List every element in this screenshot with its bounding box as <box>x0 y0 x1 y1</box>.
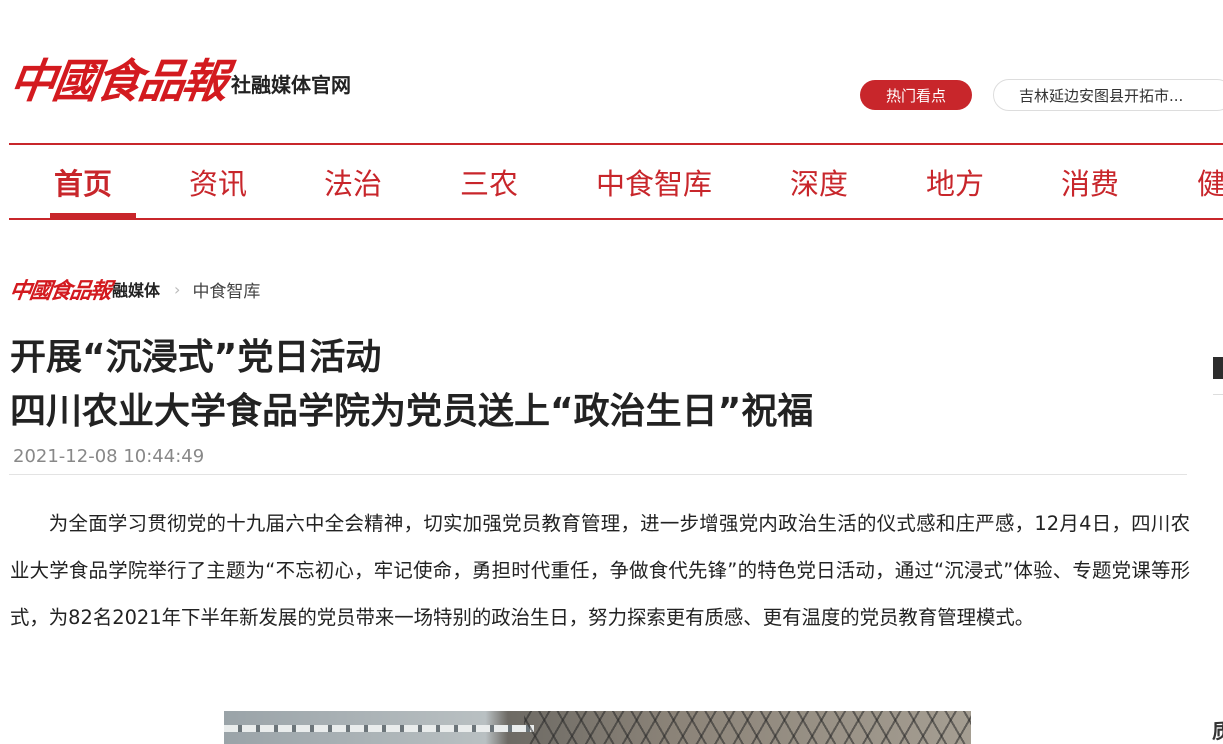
nav-item-news[interactable]: 资讯 <box>189 145 247 218</box>
main-nav: 首页 资讯 法治 三农 中食智库 深度 地方 消费 健 <box>9 143 1223 220</box>
article-title-line-2: 四川农业大学食品学院为党员送上“政治生日”祝福 <box>10 391 814 432</box>
logo-wordmark: 中國食品報 <box>6 54 229 108</box>
title-divider <box>9 474 1187 475</box>
sidebar-divider <box>1213 394 1223 395</box>
breadcrumb: 中國食品報 融媒体 › 中食智库 <box>8 272 261 306</box>
nav-item-in-depth[interactable]: 深度 <box>790 145 848 218</box>
nav-item-local[interactable]: 地方 <box>926 145 984 218</box>
nav-item-agriculture[interactable]: 三农 <box>460 145 518 218</box>
nav-item-law[interactable]: 法治 <box>324 145 382 218</box>
photo-steel-frame <box>524 711 971 744</box>
sidebar-text-fragment: 质 <box>1212 719 1223 743</box>
hot-topics-ticker[interactable]: 吉林延边安图县开拓市... <box>993 79 1223 111</box>
nav-item-home[interactable]: 首页 <box>54 145 112 218</box>
sidebar-heading-fragment <box>1213 357 1223 379</box>
breadcrumb-logo-sub[interactable]: 融媒体 <box>112 277 160 301</box>
logo-subtitle: 社融媒体官网 <box>231 73 351 97</box>
nav-active-indicator <box>50 213 136 218</box>
hot-topics-button[interactable]: 热门看点 <box>860 80 972 110</box>
nav-item-think-tank[interactable]: 中食智库 <box>596 145 712 218</box>
article-title-line-1: 开展“沉浸式”党日活动 <box>10 337 382 378</box>
site-logo[interactable]: 中國食品報 社融媒体官网 <box>6 42 351 108</box>
article-title: 开展“沉浸式”党日活动 四川农业大学食品学院为党员送上“政治生日”祝福 <box>10 331 1190 439</box>
breadcrumb-section[interactable]: 中食智库 <box>192 277 260 302</box>
nav-item-health[interactable]: 健 <box>1197 145 1223 218</box>
nav-item-consumption[interactable]: 消费 <box>1061 145 1119 218</box>
article-datetime: 2021-12-08 10:44:49 <box>13 446 205 467</box>
article-photo <box>224 711 971 744</box>
chevron-right-icon: › <box>174 279 181 299</box>
photo-building-windows <box>224 725 534 732</box>
article-paragraph: 为全面学习贯彻党的十九届六中全会精神，切实加强党员教育管理，进一步增强党内政治生… <box>10 512 1190 629</box>
breadcrumb-logo[interactable]: 中國食品報 <box>8 273 113 305</box>
